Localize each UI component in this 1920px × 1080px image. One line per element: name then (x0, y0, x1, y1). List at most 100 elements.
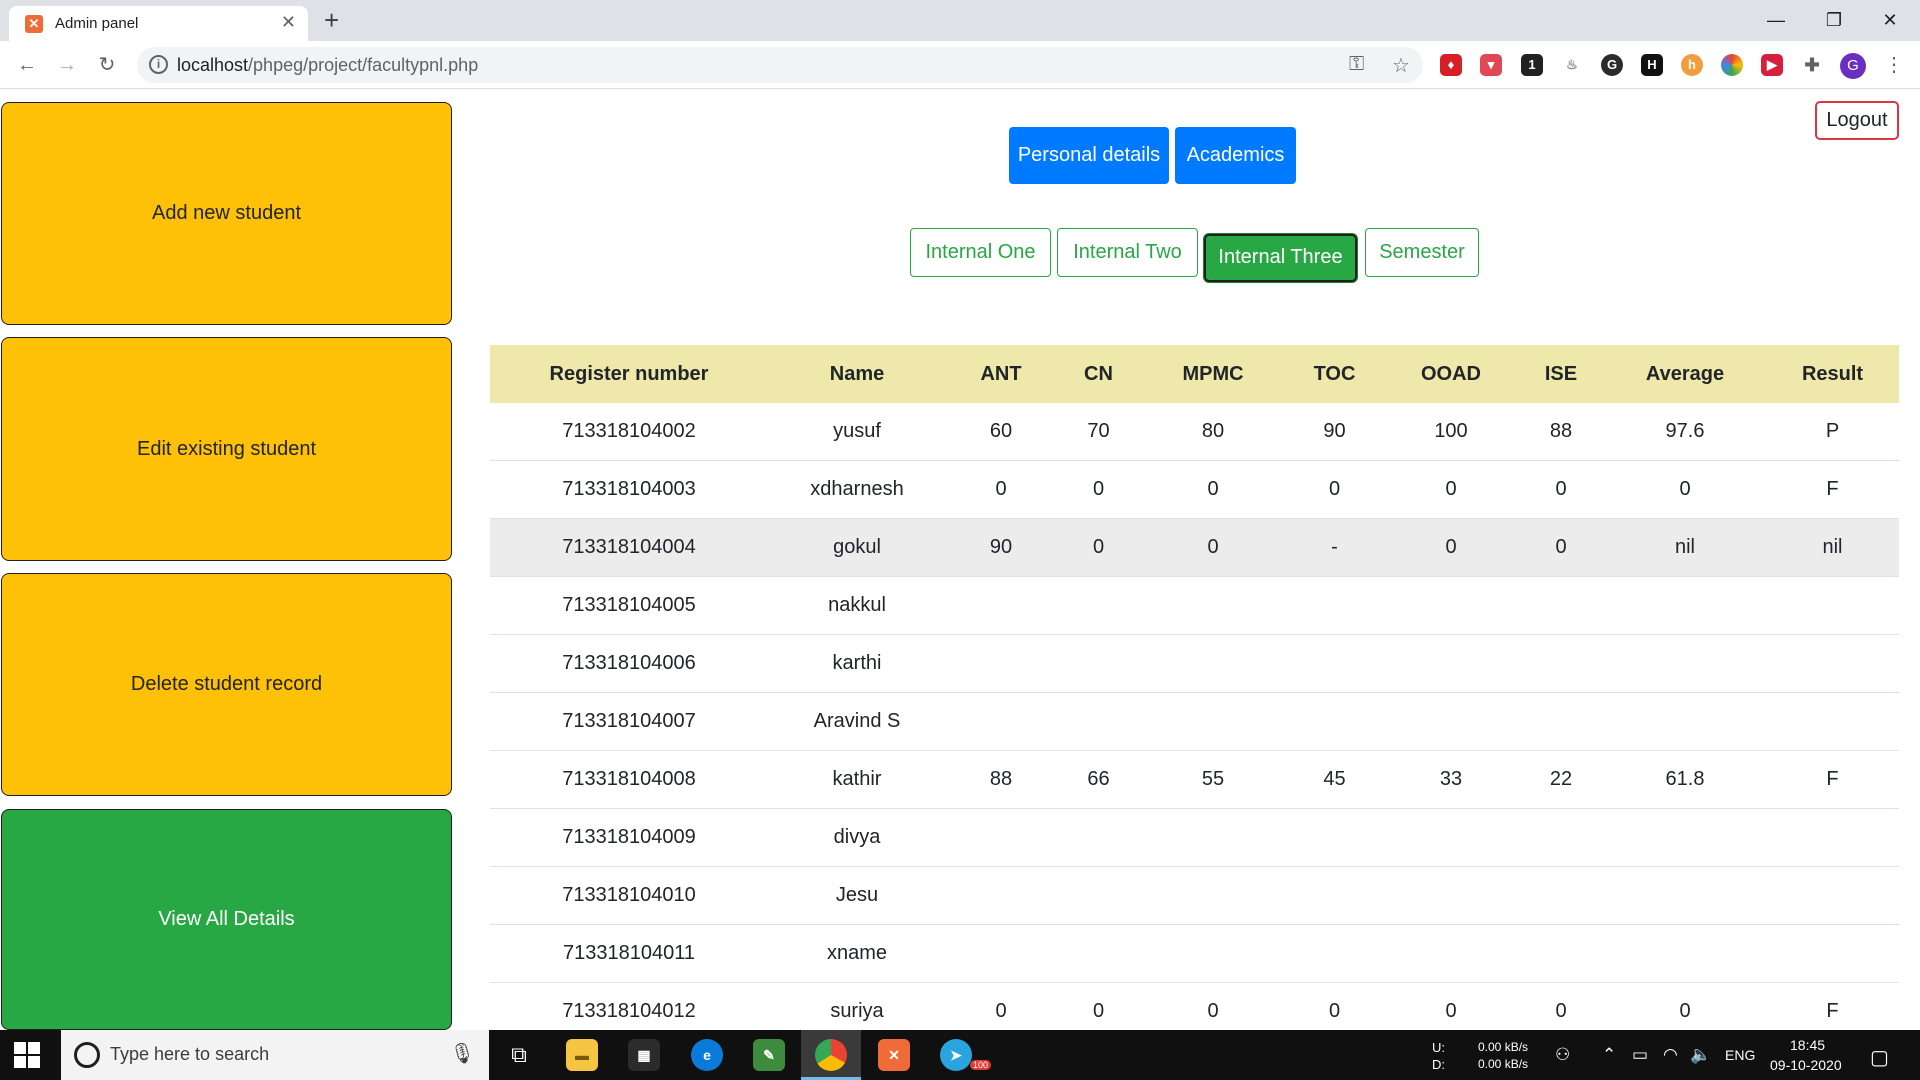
table-row: 713318104005 nakkul (490, 577, 1899, 635)
clock-date[interactable]: 09-10-2020 (1770, 1057, 1842, 1073)
close-tab-icon[interactable]: ✕ (281, 12, 296, 33)
tray-chevron-up-icon[interactable]: ⌃ (1602, 1045, 1616, 1065)
table-cell: kathir (832, 768, 882, 790)
windows-taskbar: Type here to search 🎙 ⧉ ▬ ▦ e ✎ ✕ ➤ 100 … (0, 1030, 1920, 1080)
taskbar-search-box[interactable]: Type here to search 🎙 (61, 1030, 489, 1080)
table-row: 713318104002 yusuf 60 70 80 90 100 88 97.6 P (490, 403, 1899, 461)
minimize-icon[interactable]: — (1748, 4, 1804, 36)
table-row: 713318104006 karthi (490, 635, 1899, 693)
xampp-icon[interactable]: ✕ (878, 1039, 910, 1071)
table-cell: 0 (1445, 1000, 1457, 1022)
key-icon[interactable]: ⚿ (1349, 53, 1364, 76)
file-explorer-icon[interactable]: ▬ (566, 1039, 598, 1071)
forward-icon[interactable]: → (53, 51, 81, 79)
battery-icon[interactable]: ▭ (1632, 1045, 1648, 1065)
column-header: OOAD (1421, 362, 1481, 385)
url-text: localhost/phpeg/project/facultypnl.php (177, 55, 479, 75)
windows-start-icon[interactable] (14, 1042, 40, 1068)
table-cell: 0 (1445, 536, 1457, 558)
table-cell: 61.8 (1665, 768, 1705, 790)
internal-two-button[interactable]: Internal Two (1057, 228, 1198, 277)
table-cell: nil (1822, 536, 1843, 558)
table-cell: 60 (989, 420, 1013, 442)
table-cell: 90 (1323, 420, 1346, 442)
restore-icon[interactable]: ❐ (1806, 4, 1862, 36)
table-cell: Jesu (835, 884, 879, 906)
table-cell: F (1826, 478, 1839, 500)
extension-java-icon[interactable]: ♨ (1561, 54, 1583, 76)
chrome-icon[interactable] (815, 1039, 847, 1071)
extension-color-icon[interactable] (1721, 54, 1743, 76)
address-bar[interactable]: i localhost/phpeg/project/facultypnl.php… (137, 47, 1423, 83)
logout-button[interactable]: Logout (1815, 101, 1899, 140)
table-cell: gokul (833, 536, 881, 558)
cortana-icon (74, 1042, 100, 1068)
extension-shield-icon[interactable]: ♦ (1440, 54, 1462, 76)
table-cell: 0 (1328, 1000, 1341, 1022)
view-all-details-button[interactable]: View All Details (1, 809, 452, 1030)
notifications-icon[interactable]: ▢ (1870, 1045, 1889, 1070)
column-header: CN (1084, 362, 1113, 385)
taskbar-search-placeholder: Type here to search (110, 1044, 270, 1064)
internal-three-button[interactable]: Internal Three (1203, 233, 1358, 283)
table-cell: 0 (995, 478, 1007, 500)
info-icon[interactable]: i (149, 55, 168, 74)
new-tab-icon[interactable]: + (324, 6, 339, 34)
table-cell: 33 (1439, 768, 1463, 790)
window-close-icon[interactable]: ✕ (1862, 4, 1918, 36)
extension-badge-icon[interactable]: 1 (1521, 54, 1543, 76)
table-cell: 713318104009 (562, 826, 696, 848)
volume-icon[interactable]: 🔈 (1690, 1045, 1711, 1065)
table-cell: 0 (1092, 1000, 1105, 1022)
table-cell: 0 (1092, 536, 1105, 558)
table-cell: xname (826, 942, 888, 964)
table-cell: 0 (1445, 478, 1457, 500)
table-cell: 22 (1549, 768, 1573, 790)
column-header: TOC (1313, 362, 1356, 385)
extension-pocket-icon[interactable]: ▾ (1480, 54, 1502, 76)
microsoft-store-icon[interactable]: ▦ (628, 1039, 660, 1071)
semester-button[interactable]: Semester (1365, 228, 1479, 277)
microphone-icon[interactable]: 🎙 (450, 1041, 475, 1066)
browser-tab[interactable]: ✕ Admin panel ✕ (9, 6, 308, 41)
clock-time[interactable]: 18:45 (1790, 1037, 1825, 1053)
extension-honey-icon[interactable]: h (1681, 54, 1703, 76)
delete-student-button[interactable]: Delete student record (1, 573, 452, 796)
net-down-label: D: (1432, 1057, 1445, 1072)
personal-details-button[interactable]: Personal details (1009, 127, 1169, 184)
internal-one-button[interactable]: Internal One (910, 228, 1051, 277)
table-cell: 66 (1087, 768, 1110, 790)
people-icon[interactable]: ⚇ (1555, 1045, 1570, 1065)
wifi-icon[interactable]: ◠ (1663, 1045, 1678, 1065)
academics-button[interactable]: Academics (1175, 127, 1296, 184)
add-student-button[interactable]: Add new student (1, 102, 452, 325)
reload-icon[interactable]: ↻ (93, 51, 121, 79)
notepad-icon[interactable]: ✎ (753, 1039, 785, 1071)
telegram-icon[interactable]: ➤ (940, 1039, 972, 1071)
table-cell: karthi (832, 652, 882, 674)
table-cell: - (1331, 536, 1338, 558)
tab-title: Admin panel (55, 15, 139, 32)
extensions-puzzle-icon[interactable]: ✚ (1801, 54, 1823, 76)
menu-kebab-icon[interactable]: ⋮ (1880, 51, 1908, 79)
table-cell: F (1826, 1000, 1839, 1022)
extension-h-icon[interactable]: H (1641, 54, 1663, 76)
edge-icon[interactable]: e (691, 1039, 723, 1071)
extension-video-icon[interactable]: ▶ (1761, 54, 1783, 76)
profile-avatar[interactable]: G (1840, 53, 1866, 79)
table-cell: nakkul (828, 594, 886, 616)
table-cell: 713318104006 (562, 652, 696, 674)
table-cell: 0 (1328, 478, 1341, 500)
back-icon[interactable]: ← (13, 51, 41, 79)
bookmark-star-icon[interactable]: ☆ (1392, 53, 1410, 78)
net-down-speed: 0.00 kB/s (1478, 1057, 1529, 1071)
edit-student-button[interactable]: Edit existing student (1, 337, 452, 561)
browser-toolbar: ← → ↻ i localhost/phpeg/project/facultyp… (0, 41, 1920, 89)
language-indicator[interactable]: ENG (1725, 1047, 1755, 1063)
marks-table: Register number Name ANT CN MPMC TOC OOA… (490, 345, 1899, 1041)
table-cell: suriya (830, 1000, 884, 1022)
table-cell: P (1825, 420, 1840, 442)
table-cell: 45 (1323, 768, 1346, 790)
extension-grammarly-icon[interactable]: G (1601, 54, 1623, 76)
task-view-icon[interactable]: ⧉ (503, 1039, 535, 1071)
